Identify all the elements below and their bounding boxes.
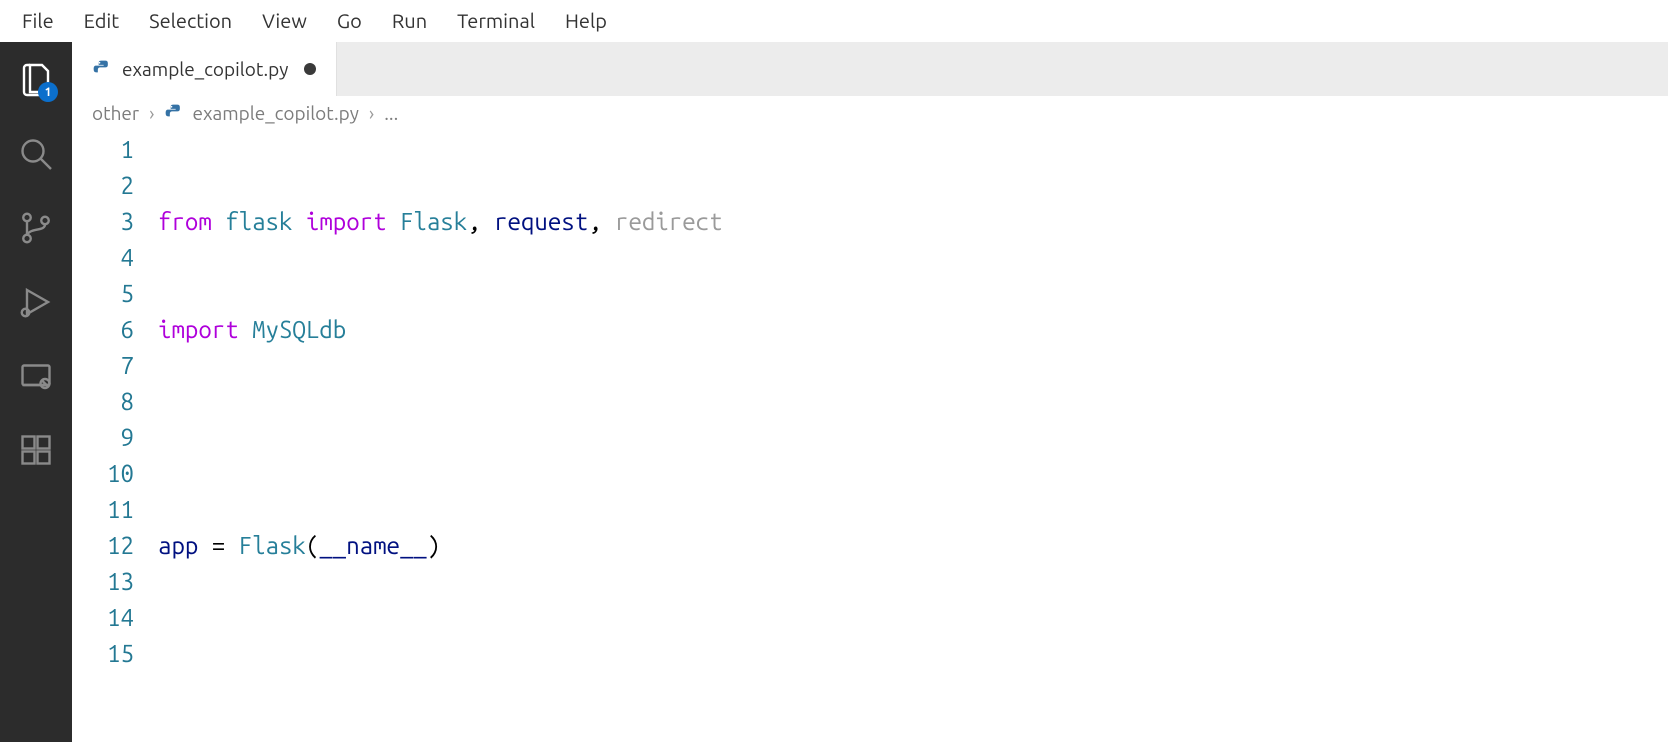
activity-run-debug[interactable]	[16, 282, 56, 322]
remote-icon	[18, 358, 54, 394]
main-area: 1 example_copilot	[0, 42, 1668, 742]
breadcrumb-file-label: example_copilot.py	[192, 102, 358, 124]
menu-go[interactable]: Go	[323, 3, 376, 38]
code-editor[interactable]: 1 2 3 4 5 6 7 8 9 10 11 12 13 14 15	[72, 130, 1668, 742]
search-icon	[18, 136, 54, 172]
line-number: 2	[72, 168, 134, 204]
chevron-right-icon: ›	[149, 102, 154, 124]
code-line[interactable]	[158, 420, 1668, 456]
line-number: 11	[72, 492, 134, 528]
tab-example-copilot[interactable]: example_copilot.py	[72, 42, 337, 96]
line-number-gutter: 1 2 3 4 5 6 7 8 9 10 11 12 13 14 15	[72, 130, 158, 742]
line-number: 8	[72, 384, 134, 420]
code-line[interactable]: import MySQLdb	[158, 312, 1668, 348]
menu-view[interactable]: View	[248, 3, 321, 38]
python-file-icon	[92, 59, 112, 79]
code-content[interactable]: from flask import Flask, request, redire…	[158, 130, 1668, 742]
activity-bar: 1	[0, 42, 72, 742]
activity-source-control[interactable]	[16, 208, 56, 248]
tab-filename: example_copilot.py	[122, 58, 288, 80]
tab-dirty-indicator	[304, 63, 316, 75]
line-number: 4	[72, 240, 134, 276]
menu-run[interactable]: Run	[378, 3, 441, 38]
line-number: 9	[72, 420, 134, 456]
line-number: 12	[72, 528, 134, 564]
chevron-right-icon: ›	[369, 102, 374, 124]
tab-bar: example_copilot.py	[72, 42, 1668, 96]
activity-explorer[interactable]: 1	[16, 60, 56, 100]
code-line[interactable]: from flask import Flask, request, redire…	[158, 204, 1668, 240]
python-file-icon	[164, 103, 184, 123]
line-number: 7	[72, 348, 134, 384]
line-number: 1	[72, 132, 134, 168]
explorer-badge: 1	[38, 82, 58, 102]
activity-remote[interactable]	[16, 356, 56, 396]
breadcrumbs[interactable]: other › example_copilot.py › ...	[72, 96, 1668, 130]
breadcrumb-folder[interactable]: other	[92, 102, 139, 124]
line-number: 3	[72, 204, 134, 240]
code-line[interactable]	[158, 636, 1668, 672]
menu-edit[interactable]: Edit	[70, 3, 133, 38]
extensions-icon	[18, 432, 54, 468]
line-number: 13	[72, 564, 134, 600]
line-number: 5	[72, 276, 134, 312]
git-branch-icon	[18, 210, 54, 246]
line-number: 6	[72, 312, 134, 348]
activity-search[interactable]	[16, 134, 56, 174]
editor-group: example_copilot.py other › example_copil…	[72, 42, 1668, 742]
code-line[interactable]: app = Flask(__name__)	[158, 528, 1668, 564]
line-number: 15	[72, 636, 134, 672]
breadcrumb-tail[interactable]: ...	[384, 102, 398, 124]
app-root: File Edit Selection View Go Run Terminal…	[0, 0, 1668, 742]
debug-icon	[18, 284, 54, 320]
menu-help[interactable]: Help	[551, 3, 621, 38]
breadcrumb-file[interactable]: example_copilot.py	[164, 102, 358, 124]
line-number: 10	[72, 456, 134, 492]
menu-selection[interactable]: Selection	[135, 3, 246, 38]
menu-bar: File Edit Selection View Go Run Terminal…	[0, 0, 1668, 42]
line-number: 14	[72, 600, 134, 636]
menu-terminal[interactable]: Terminal	[443, 3, 549, 38]
menu-file[interactable]: File	[8, 3, 68, 38]
activity-extensions[interactable]	[16, 430, 56, 470]
